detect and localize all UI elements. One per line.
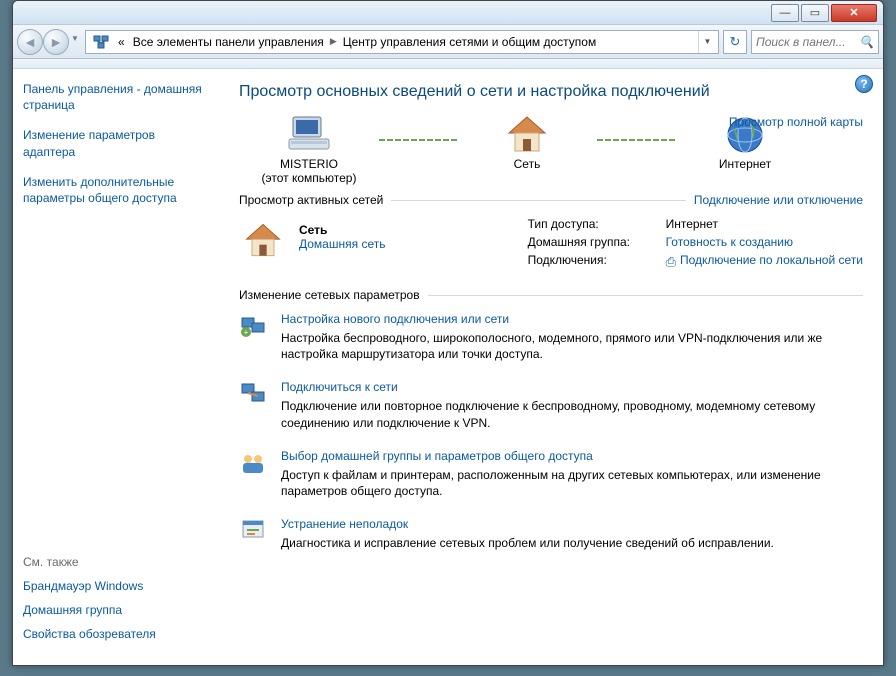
change-settings-header: Изменение сетевых параметров <box>239 288 420 302</box>
new-connection-icon: + <box>239 312 267 340</box>
ethernet-icon: ⎙ <box>666 254 676 270</box>
see-also-homegroup[interactable]: Домашняя группа <box>23 603 209 617</box>
task-homegroup[interactable]: Выбор домашней группы и параметров общег… <box>239 449 863 499</box>
refresh-button[interactable]: ↻ <box>723 30 747 54</box>
map-internet-label: Интернет <box>719 157 771 171</box>
control-panel-window: — ▭ ✕ ◄ ► ▼ « Все элементы панели управл… <box>12 0 884 666</box>
close-button[interactable]: ✕ <box>831 4 877 22</box>
task-connect-network-title[interactable]: Подключиться к сети <box>281 380 398 394</box>
troubleshoot-icon <box>239 517 267 545</box>
homegroup-icon <box>239 449 267 477</box>
toolbar-strip <box>13 59 883 69</box>
prop-homegroup-link[interactable]: Готовность к созданию <box>666 235 793 249</box>
map-connection-line <box>379 139 457 141</box>
map-network-label: Сеть <box>514 157 541 171</box>
prop-homegroup-label: Домашняя группа: <box>528 235 658 249</box>
breadcrumb-prefix: « <box>114 35 129 49</box>
search-input[interactable] <box>756 35 859 49</box>
minimize-button[interactable]: — <box>771 4 799 22</box>
full-map-link[interactable]: Просмотр полной карты <box>729 115 863 129</box>
task-new-connection[interactable]: + Настройка нового подключения или сети … <box>239 312 863 362</box>
breadcrumb-1[interactable]: Центр управления сетями и общим доступом <box>339 35 601 49</box>
connect-network-icon <box>239 380 267 408</box>
task-new-connection-desc: Настройка беспроводного, широкополосного… <box>281 330 863 362</box>
network-map: MISTERIO (этот компьютер) Сеть Интернет <box>239 115 863 185</box>
prop-connections-label: Подключения: <box>528 253 658 270</box>
page-title: Просмотр основных сведений о сети и наст… <box>239 83 863 101</box>
main-panel: ? Просмотр основных сведений о сети и на… <box>219 69 883 665</box>
task-new-connection-title[interactable]: Настройка нового подключения или сети <box>281 312 509 326</box>
see-also-internet-options[interactable]: Свойства обозревателя <box>23 627 209 641</box>
task-connect-network-desc: Подключение или повторное подключение к … <box>281 398 863 430</box>
maximize-button[interactable]: ▭ <box>801 4 829 22</box>
prop-access-label: Тип доступа: <box>528 217 658 231</box>
back-button[interactable]: ◄ <box>17 29 43 55</box>
task-troubleshoot[interactable]: Устранение неполадок Диагностика и испра… <box>239 517 863 551</box>
address-dropdown[interactable]: ▼ <box>698 31 716 53</box>
sidebar: Панель управления - домашняя страница Из… <box>13 69 219 665</box>
breadcrumb-0[interactable]: Все элементы панели управления <box>129 35 328 49</box>
prop-access-value: Интернет <box>666 217 863 231</box>
map-connection-line-2 <box>597 139 675 141</box>
search-box[interactable]: 🔍 <box>751 30 879 54</box>
computer-icon <box>285 115 333 155</box>
map-computer[interactable]: MISTERIO (этот компьютер) <box>239 115 379 185</box>
house-icon <box>503 115 551 155</box>
active-network-row: Сеть Домашняя сеть Тип доступа: Интернет… <box>239 217 863 270</box>
see-also-header: См. также <box>23 555 209 569</box>
help-button[interactable]: ? <box>855 75 873 93</box>
svg-text:+: + <box>244 328 249 337</box>
task-homegroup-desc: Доступ к файлам и принтерам, расположенн… <box>281 467 863 499</box>
see-also-firewall[interactable]: Брандмауэр Windows <box>23 579 209 593</box>
address-bar[interactable]: « Все элементы панели управления ▶ Центр… <box>85 30 719 54</box>
task-connect-network[interactable]: Подключиться к сети Подключение или повт… <box>239 380 863 430</box>
task-troubleshoot-desc: Диагностика и исправление сетевых пробле… <box>281 535 774 551</box>
connect-disconnect-link[interactable]: Подключение или отключение <box>694 193 863 207</box>
nav-history-dropdown[interactable]: ▼ <box>69 29 81 49</box>
sidebar-link-advanced-sharing[interactable]: Изменить дополнительные параметры общего… <box>23 174 209 206</box>
map-computer-name: MISTERIO <box>280 157 338 171</box>
task-troubleshoot-title[interactable]: Устранение неполадок <box>281 517 408 531</box>
titlebar: — ▭ ✕ <box>13 1 883 25</box>
search-icon: 🔍 <box>859 35 874 49</box>
prop-connection-link[interactable]: Подключение по локальной сети <box>680 253 863 267</box>
breadcrumb-sep[interactable]: ▶ <box>328 36 339 47</box>
map-network[interactable]: Сеть <box>457 115 597 171</box>
forward-button[interactable]: ► <box>43 29 69 55</box>
home-network-icon <box>239 217 287 265</box>
active-network-type-link[interactable]: Домашняя сеть <box>299 237 385 251</box>
network-center-icon <box>92 33 110 51</box>
active-network-name: Сеть <box>299 223 327 237</box>
active-networks-header: Просмотр активных сетей <box>239 193 383 207</box>
task-homegroup-title[interactable]: Выбор домашней группы и параметров общег… <box>281 449 593 463</box>
map-computer-sub: (этот компьютер) <box>262 171 357 185</box>
sidebar-link-home[interactable]: Панель управления - домашняя страница <box>23 81 209 113</box>
sidebar-link-adapter-settings[interactable]: Изменение параметров адаптера <box>23 127 209 159</box>
navbar: ◄ ► ▼ « Все элементы панели управления ▶… <box>13 25 883 59</box>
